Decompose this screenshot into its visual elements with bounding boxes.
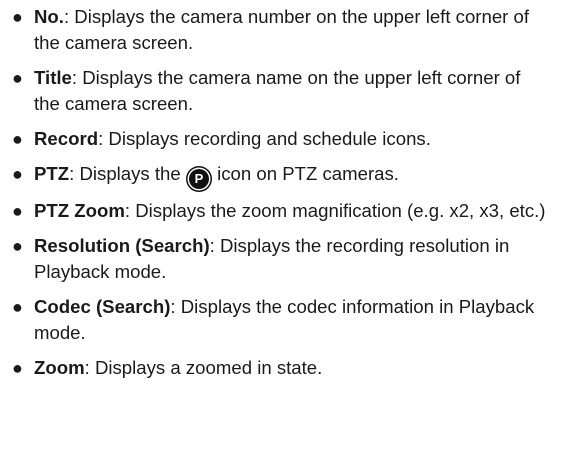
bullet-icon: ● (12, 7, 23, 27)
list-item-no: ● No.: Displays the camera number on the… (0, 4, 570, 56)
list-item-ptz: ● PTZ: Displays the P icon on PTZ camera… (0, 161, 570, 189)
item-description: Displays the zoom magnification (e.g. x2… (130, 200, 546, 221)
item-term: Record (34, 128, 99, 149)
list-item-record: ● Record: Displays recording and schedul… (0, 126, 570, 152)
item-term: PTZ Zoom (34, 200, 125, 221)
item-term: Codec (Search) (34, 296, 171, 317)
item-term: Zoom (34, 357, 85, 378)
bullet-icon: ● (12, 164, 23, 184)
item-term: Title (34, 67, 72, 88)
item-description: Displays a zoomed in state. (89, 357, 323, 378)
list-item-codec-search: ● Codec (Search): Displays the codec inf… (0, 294, 570, 346)
item-description: Displays the camera number on the upper … (34, 6, 530, 53)
document-page: ● No.: Displays the camera number on the… (0, 0, 570, 454)
bullet-icon: ● (12, 129, 23, 149)
list-item-ptz-zoom: ● PTZ Zoom: Displays the zoom magnificat… (0, 198, 570, 224)
bullet-icon: ● (12, 358, 23, 378)
osd-item-list: ● No.: Displays the camera number on the… (0, 4, 570, 381)
list-item-resolution-search: ● Resolution (Search): Displays the reco… (0, 233, 570, 285)
bullet-icon: ● (12, 297, 23, 317)
list-item-zoom: ● Zoom: Displays a zoomed in state. (0, 355, 570, 381)
item-description: Displays the camera name on the upper le… (34, 67, 521, 114)
item-description-before: Displays the (74, 163, 186, 184)
bullet-icon: ● (12, 236, 23, 256)
item-term: Resolution (Search) (34, 235, 210, 256)
ptz-p-icon: P (188, 169, 209, 189)
item-term: PTZ (34, 163, 70, 184)
bullet-icon: ● (12, 68, 23, 88)
item-term: No. (34, 6, 64, 27)
item-description: Displays recording and schedule icons. (103, 128, 431, 149)
item-description-after: icon on PTZ cameras. (211, 163, 399, 184)
list-item-title: ● Title: Displays the camera name on the… (0, 65, 570, 117)
bullet-icon: ● (12, 201, 23, 221)
